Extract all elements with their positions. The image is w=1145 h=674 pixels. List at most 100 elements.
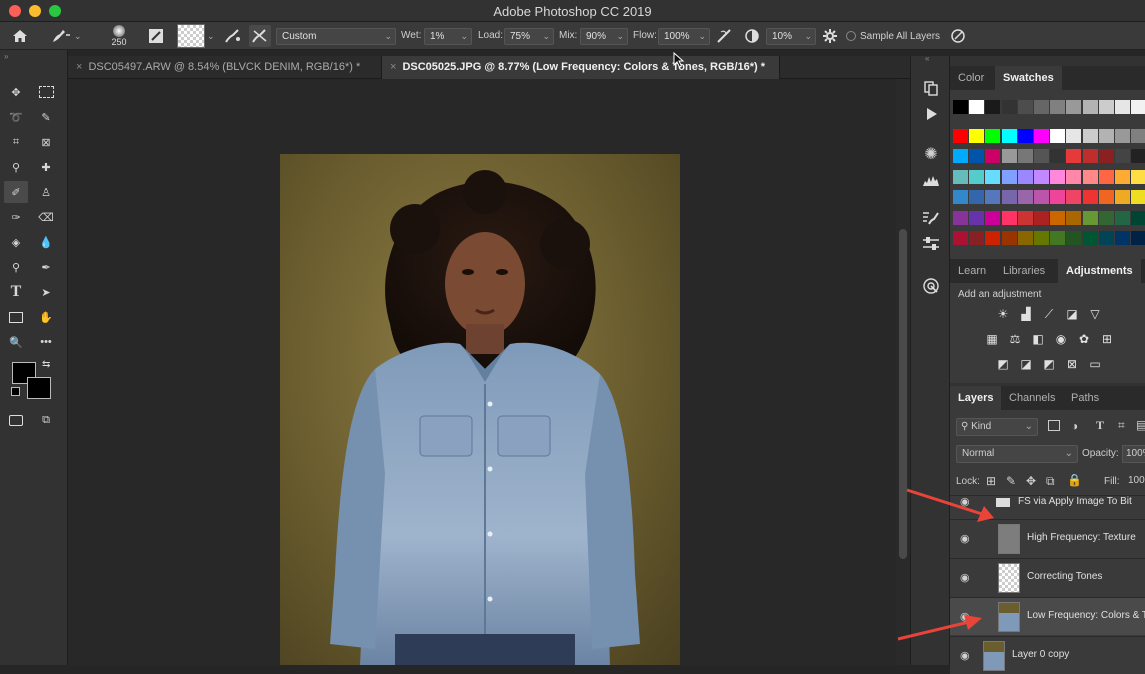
color-swatch[interactable] [985,169,1001,184]
light-burst-icon[interactable]: ✺ [921,144,941,164]
color-swatch[interactable] [1098,210,1114,225]
color-swatch[interactable] [1082,149,1098,163]
load-brush-icon[interactable] [224,22,244,50]
filter-adjustment-icon[interactable]: ◑ [1071,419,1078,433]
color-swatch[interactable] [1050,190,1066,204]
color-swatch[interactable] [1098,128,1114,143]
canvas-area[interactable] [68,79,896,665]
home-icon[interactable] [12,22,32,50]
layer-row-fs[interactable]: ◉ FS via Apply Image To Bit [950,495,1145,519]
color-swatch[interactable] [985,100,1001,114]
color-swatch[interactable] [1131,210,1145,225]
color-swatch[interactable] [1066,190,1082,204]
visibility-eye-icon[interactable]: ◉ [960,532,974,545]
color-swatch[interactable] [953,149,968,163]
color-swatch[interactable] [1034,149,1049,163]
posterize-icon[interactable]: ◪ [1018,357,1034,371]
close-icon[interactable]: × [390,61,396,73]
color-swatch[interactable] [953,210,968,225]
vibrance-icon[interactable]: ▽ [1087,307,1103,321]
color-swatch[interactable] [1001,128,1017,143]
lock-artboard-icon[interactable]: ⧉ [1046,474,1055,489]
color-swatch[interactable] [985,231,1001,245]
lock-position-icon[interactable]: ✥ [1026,474,1036,488]
color-swatch[interactable] [953,231,968,245]
color-swatch[interactable] [1098,100,1114,114]
current-paint-swatch[interactable]: ⌄ [177,22,217,50]
paint-bucket-tool-icon[interactable]: ◈ [4,231,28,253]
color-lookup-icon[interactable]: ⊞ [1099,332,1115,346]
color-swatch[interactable] [953,190,968,204]
airbrush-icon[interactable] [716,22,736,50]
color-swatch[interactable] [953,100,968,114]
color-swatch[interactable] [1115,128,1130,143]
tab-channels[interactable]: Channels [1001,386,1063,410]
layer-name[interactable]: High Frequency: Texture [1027,532,1136,543]
layer-row-correcting-tones[interactable]: ◉ Correcting Tones [950,558,1145,596]
layer-name[interactable]: Correcting Tones [1027,571,1102,582]
eraser-tool-icon[interactable]: ⌫ [34,206,58,228]
color-swatch[interactable] [1017,231,1033,245]
color-swatch[interactable] [1034,128,1049,143]
color-swatch[interactable] [1050,149,1066,163]
lasso-tool-icon[interactable]: ➰ [4,106,28,128]
color-swatch[interactable] [1017,100,1033,114]
color-swatch[interactable] [1050,231,1066,245]
exposure-icon[interactable]: ◪ [1064,307,1080,321]
move-tool-icon[interactable]: ✥ [4,81,28,103]
hue-saturation-icon[interactable]: ▦ [984,332,1000,346]
collapse-panels-icon[interactable]: « [925,54,929,63]
color-swatch[interactable] [1066,210,1082,225]
mix-input[interactable]: 90% ⌄ [580,28,628,45]
color-swatch[interactable] [969,128,985,143]
color-swatch[interactable] [1050,169,1066,184]
layer-name[interactable]: Layer 0 copy [1012,649,1069,660]
pressure-brush-icon[interactable] [950,22,968,50]
canvas-vertical-scrollbar[interactable] [896,79,910,665]
brush-settings-panel-icon[interactable] [148,22,168,50]
color-swatch[interactable] [1001,231,1017,245]
actions-play-icon[interactable] [921,104,941,124]
layer-row-low-frequency[interactable]: ◉ Low Frequency: Colors & Tones [950,597,1145,635]
color-swatch[interactable] [1131,231,1145,245]
color-swatch[interactable] [985,128,1001,143]
color-swatch[interactable] [1066,169,1082,184]
opacity-input[interactable]: 100% [1122,445,1145,463]
tab-dsc05025[interactable]: × DSC05025.JPG @ 8.77% (Low Frequency: Co… [382,56,780,79]
angle-icon[interactable] [744,22,762,50]
swap-colors-icon[interactable]: ⇆ [42,359,50,370]
panel-collapse-icon[interactable]: » [4,52,8,61]
color-swatch[interactable] [1098,231,1114,245]
tab-learn[interactable]: Learn [950,259,994,283]
lock-image-pixels-icon[interactable]: ✎ [1006,474,1016,488]
brush-tool-icon[interactable]: ✐ [4,181,28,203]
tab-adjustments[interactable]: Adjustments [1058,259,1141,283]
tab-color[interactable]: Color [950,66,992,90]
eyedropper-tool-icon[interactable]: ⚲ [4,156,28,178]
color-swatch[interactable] [1115,149,1130,163]
portrait-photo[interactable] [280,154,680,665]
color-swatch[interactable] [1115,100,1130,114]
wet-input[interactable]: 1% ⌄ [424,28,472,45]
histogram-icon[interactable] [921,170,941,190]
color-swatch[interactable] [1082,231,1098,245]
color-swatch[interactable] [1001,190,1017,204]
visibility-eye-icon[interactable]: ◉ [960,610,974,623]
scrollbar-thumb[interactable] [899,229,907,559]
color-swatch[interactable] [1017,169,1033,184]
brightness-contrast-icon[interactable]: ☀ [995,307,1011,321]
frame-tool-icon[interactable]: ⊠ [34,131,58,153]
layer-filter-kind[interactable]: ⚲ Kind ⌄ [956,418,1038,436]
default-colors-icon[interactable] [11,387,20,396]
color-swatch[interactable] [1131,149,1145,163]
crop-tool-icon[interactable]: ⌗ [4,131,28,153]
blur-tool-icon[interactable]: 💧 [34,231,58,253]
sample-all-layers-checkbox[interactable]: Sample All Layers [846,22,942,50]
color-swatch[interactable] [1017,190,1033,204]
visibility-eye-icon[interactable]: ◉ [960,649,974,662]
brush-preset-picker[interactable]: 250 [104,22,134,50]
color-swatch[interactable] [1034,210,1049,225]
color-swatch[interactable] [1115,231,1130,245]
color-swatch[interactable] [1082,128,1098,143]
dodge-tool-icon[interactable]: ⚲ [4,256,28,278]
